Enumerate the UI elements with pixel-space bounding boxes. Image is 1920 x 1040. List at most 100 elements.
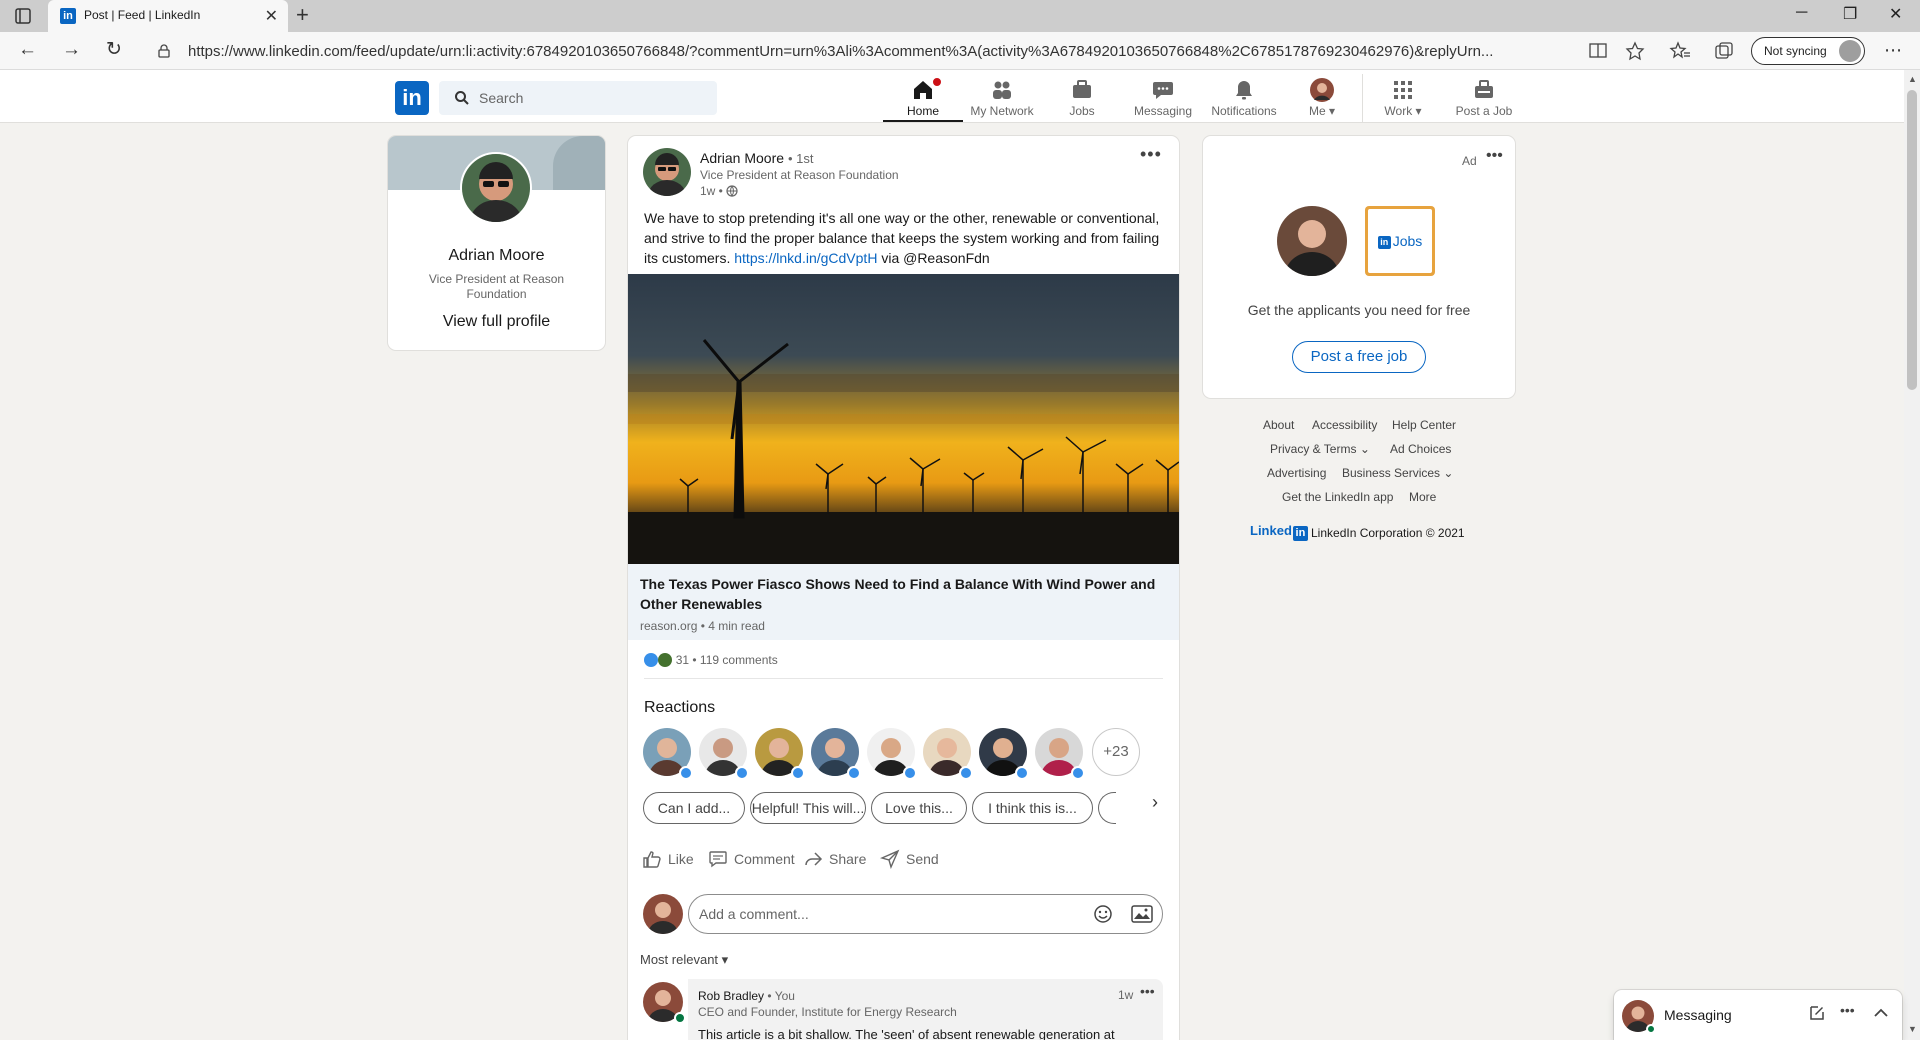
- sort-comments-dropdown[interactable]: Most relevant ▾: [640, 952, 728, 968]
- scroll-down-icon[interactable]: ▼: [1908, 1024, 1917, 1034]
- tab-close-icon[interactable]: ✕: [265, 6, 278, 26]
- chevron-right-icon[interactable]: ›: [1152, 792, 1158, 813]
- reaction-count[interactable]: 31: [676, 653, 689, 667]
- footer-link-ad-choices[interactable]: Ad Choices: [1390, 442, 1451, 456]
- favorite-star-icon[interactable]: [1624, 41, 1646, 61]
- settings-more-icon[interactable]: ⋯: [1884, 40, 1903, 61]
- nav-my-network[interactable]: My Network: [964, 74, 1040, 122]
- nav-messaging[interactable]: Messaging: [1124, 74, 1202, 122]
- scroll-up-icon[interactable]: ▲: [1908, 74, 1917, 84]
- new-tab-icon[interactable]: +: [296, 4, 309, 26]
- nav-notifications[interactable]: Notifications: [1204, 74, 1284, 122]
- footer-link-privacy[interactable]: Privacy & Terms ⌄: [1270, 442, 1370, 456]
- comment-button[interactable]: Comment: [708, 849, 795, 873]
- scrollbar-thumb[interactable]: [1907, 90, 1917, 390]
- forward-icon[interactable]: →: [62, 40, 81, 60]
- comment-box[interactable]: [688, 894, 1163, 934]
- messaging-icon: [1153, 82, 1173, 99]
- post-author-avatar[interactable]: [643, 148, 691, 196]
- profile-avatar: [1839, 40, 1861, 62]
- window-close-icon[interactable]: ✕: [1889, 4, 1902, 24]
- like-badge-icon: [791, 766, 805, 780]
- online-status-icon: [1646, 1024, 1656, 1034]
- like-reaction-icon: [644, 653, 658, 667]
- support-reaction-icon: [658, 653, 673, 667]
- profile-title: Vice President at Reason Foundation: [428, 272, 565, 301]
- notification-dot-icon: [931, 76, 943, 88]
- divider: [644, 678, 1163, 679]
- nav-work[interactable]: Work ▾: [1364, 74, 1442, 122]
- me-chevron-icon: ▾: [1328, 104, 1336, 118]
- article-image[interactable]: [628, 274, 1179, 564]
- immersive-reader-icon[interactable]: [1588, 41, 1610, 61]
- compose-icon[interactable]: [1808, 1004, 1826, 1022]
- chevron-down-icon: ⌄: [1443, 466, 1454, 480]
- comment-input[interactable]: [699, 904, 1079, 924]
- minimize-icon[interactable]: ─: [1796, 4, 1807, 22]
- suggested-comment-chip-partial[interactable]: [1098, 792, 1116, 824]
- comments-count[interactable]: • 119 comments: [692, 653, 777, 667]
- commenter-headline: CEO and Founder, Institute for Energy Re…: [698, 1005, 957, 1019]
- collections-icon[interactable]: [1713, 41, 1735, 61]
- footer-link-business[interactable]: Business Services ⌄: [1342, 466, 1453, 480]
- profile-card: Adrian Moore Vice President at Reason Fo…: [388, 136, 605, 350]
- comment-more-icon[interactable]: •••: [1140, 983, 1155, 999]
- post-author-name[interactable]: Adrian Moore • 1st: [700, 150, 813, 166]
- chevron-up-icon[interactable]: [1872, 1004, 1890, 1022]
- nav-home[interactable]: Home: [883, 74, 963, 122]
- ad-more-icon[interactable]: •••: [1486, 147, 1503, 165]
- post-free-job-button[interactable]: Post a free job: [1292, 341, 1426, 373]
- restore-icon[interactable]: ❐: [1843, 4, 1857, 24]
- profile-avatar[interactable]: [460, 152, 532, 224]
- briefcase-icon: [1073, 80, 1091, 98]
- emoji-icon[interactable]: [1093, 904, 1113, 924]
- social-counts[interactable]: 31 • 119 comments: [644, 653, 778, 667]
- like-button[interactable]: Like: [642, 849, 694, 873]
- current-user-avatar[interactable]: [643, 894, 683, 934]
- footer-link-advertising[interactable]: Advertising: [1267, 466, 1326, 480]
- messaging-dock[interactable]: Messaging •••: [1614, 990, 1902, 1040]
- back-icon[interactable]: ←: [18, 40, 37, 60]
- commenter-name[interactable]: Rob Bradley • You: [698, 989, 795, 1003]
- view-full-profile-link[interactable]: View full profile: [388, 313, 605, 331]
- suggested-comment-chip[interactable]: I think this is...: [972, 792, 1093, 824]
- refresh-icon[interactable]: ↻: [106, 40, 122, 60]
- nav-me[interactable]: Me ▾: [1286, 74, 1358, 122]
- article-preview[interactable]: The Texas Power Fiasco Shows Need to Fin…: [628, 564, 1179, 640]
- linkedin-logo-icon[interactable]: in: [395, 81, 429, 115]
- suggested-comment-chip[interactable]: Can I add...: [643, 792, 745, 824]
- nav-post-job[interactable]: Post a Job: [1444, 74, 1524, 122]
- globe-icon: [726, 185, 738, 197]
- send-button[interactable]: Send: [879, 849, 939, 873]
- image-icon[interactable]: [1131, 905, 1153, 923]
- post-link[interactable]: https://lnkd.in/gCdVptH: [734, 250, 877, 266]
- nav-jobs[interactable]: Jobs: [1042, 74, 1122, 122]
- browser-tab[interactable]: in Post | Feed | LinkedIn ✕: [48, 0, 288, 32]
- more-reactors-button[interactable]: +23: [1092, 728, 1140, 776]
- profile-sync-button[interactable]: Not syncing: [1751, 37, 1865, 65]
- search-input[interactable]: [479, 87, 699, 109]
- copyright: LinkedIn Corporation © 2021: [1311, 526, 1465, 540]
- article-title[interactable]: The Texas Power Fiasco Shows Need to Fin…: [640, 574, 1170, 614]
- tab-actions-icon[interactable]: [14, 7, 32, 25]
- suggested-comment-chip[interactable]: Helpful! This will...: [750, 792, 866, 824]
- post-more-icon[interactable]: •••: [1140, 144, 1162, 165]
- search-icon: [455, 91, 469, 105]
- search-bar[interactable]: [439, 81, 717, 115]
- ad-label: Ad: [1462, 154, 1477, 168]
- nav-divider: [1362, 74, 1363, 122]
- messaging-more-icon[interactable]: •••: [1840, 1002, 1855, 1018]
- suggested-comment-chip[interactable]: Love this...: [871, 792, 967, 824]
- footer-link-help[interactable]: Help Center: [1392, 418, 1456, 432]
- page-scrollbar[interactable]: ▲ ▼: [1904, 70, 1920, 1040]
- profile-name[interactable]: Adrian Moore: [388, 247, 605, 265]
- url-field[interactable]: https://www.linkedin.com/feed/update/urn…: [188, 43, 1573, 60]
- share-button[interactable]: Share: [803, 849, 866, 873]
- favorites-icon[interactable]: [1669, 41, 1691, 61]
- footer-link-more[interactable]: More: [1409, 490, 1436, 504]
- footer-link-app[interactable]: Get the LinkedIn app: [1282, 490, 1393, 504]
- post-author-headline: Vice President at Reason Foundation: [700, 168, 899, 182]
- footer-link-about[interactable]: About: [1263, 418, 1294, 432]
- footer-link-accessibility[interactable]: Accessibility: [1312, 418, 1377, 432]
- lock-icon[interactable]: [158, 44, 170, 58]
